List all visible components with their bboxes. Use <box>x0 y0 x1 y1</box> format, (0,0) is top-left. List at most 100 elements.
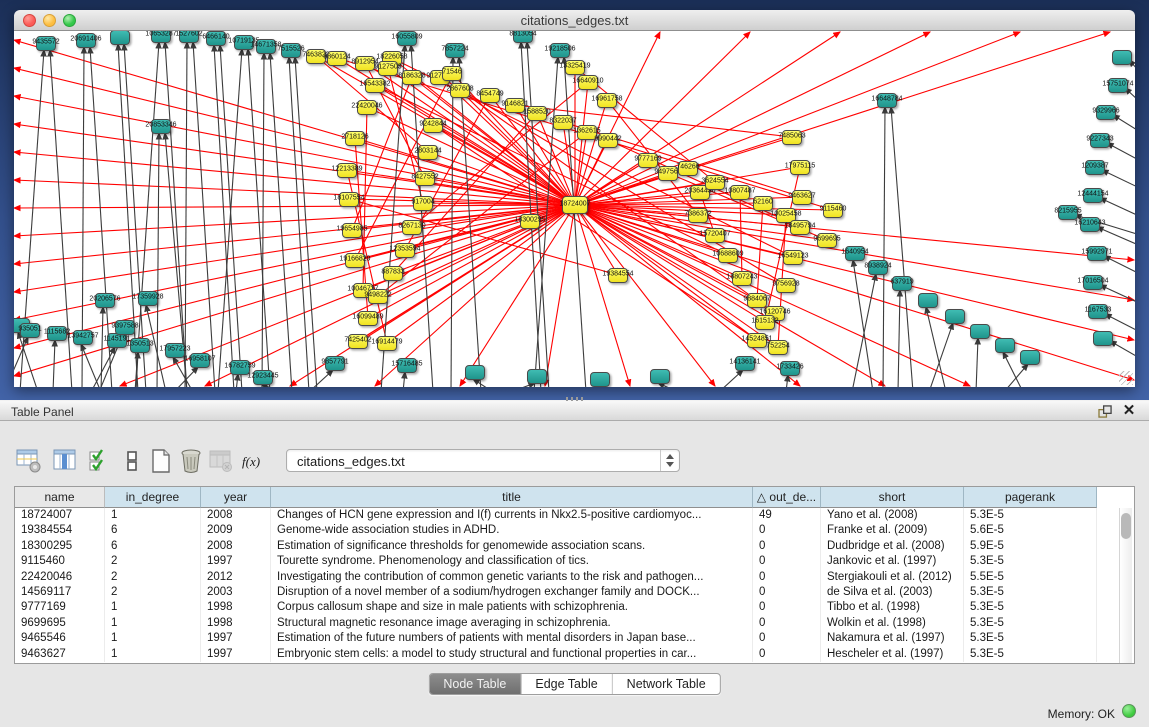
tab-edge-table[interactable]: Edge Table <box>521 674 612 694</box>
network-node[interactable]: 17016504 <box>1083 275 1103 290</box>
window-titlebar[interactable]: citations_edges.txt <box>14 10 1135 31</box>
network-node[interactable]: 16958107 <box>190 353 210 368</box>
network-node[interactable]: 16549123 <box>783 250 803 265</box>
network-node[interactable]: 9127503 <box>378 61 398 76</box>
column-header-out_degree[interactable]: △ out_de... <box>753 487 821 508</box>
network-node[interactable]: 17957223 <box>165 343 185 358</box>
network-node[interactable] <box>465 365 485 380</box>
network-node[interactable]: 746266 <box>678 161 698 176</box>
network-node[interactable]: 16961758 <box>597 93 617 108</box>
network-node[interactable] <box>1093 331 1113 346</box>
row-stack-icon[interactable] <box>120 448 146 474</box>
network-node[interactable]: 20206576 <box>95 293 115 308</box>
network-node[interactable]: 1527602 <box>179 31 199 43</box>
network-node[interactable]: 1167533 <box>1088 304 1108 319</box>
network-node[interactable]: 10653287 <box>151 31 171 43</box>
network-node[interactable]: 20853346 <box>151 119 171 134</box>
memory-status-icon[interactable] <box>1122 704 1136 718</box>
network-node[interactable]: 752254 <box>768 340 788 355</box>
network-node[interactable]: 22420046 <box>357 100 377 115</box>
network-node[interactable]: 19384554 <box>608 268 628 283</box>
network-node[interactable]: 9990442 <box>598 133 618 148</box>
table-row[interactable]: 946554611997Estimation of the future num… <box>15 631 1097 646</box>
network-node[interactable]: 6466140 <box>206 31 226 46</box>
network-node[interactable]: 13942757 <box>73 330 93 345</box>
table-row[interactable]: 1456911722003Disruption of a novel membe… <box>15 585 1097 600</box>
network-node[interactable]: 17359928 <box>138 291 158 306</box>
table-row[interactable]: 969969511998Structural magnetic resonanc… <box>15 616 1097 631</box>
network-node[interactable]: 2718126 <box>345 131 365 146</box>
network-node[interactable]: 19166829 <box>345 253 365 268</box>
table-options-icon[interactable] <box>16 448 42 474</box>
network-node[interactable] <box>1020 350 1040 365</box>
network-node[interactable]: 9242844 <box>423 118 443 133</box>
network-node[interactable]: 16543382 <box>365 78 385 93</box>
network-node[interactable]: 12213389 <box>337 163 357 178</box>
network-node[interactable]: 2803144 <box>418 145 438 160</box>
network-node[interactable]: 1588520 <box>527 106 547 121</box>
network-node[interactable]: 12444154 <box>1083 188 1103 203</box>
tab-network-table[interactable]: Network Table <box>613 674 720 694</box>
network-node[interactable]: 16055809 <box>397 31 417 46</box>
table-row[interactable]: 1872400712008Changes of HCN gene express… <box>15 508 1097 523</box>
table-row[interactable]: 946362711997Embryonic stem cells: a mode… <box>15 647 1097 662</box>
table-select-dropdown[interactable]: citations_edges.txt <box>286 449 680 472</box>
network-node[interactable]: 16648784 <box>877 93 897 108</box>
network-node[interactable]: 8860124 <box>327 51 347 66</box>
network-node[interactable]: 16914479 <box>377 336 397 351</box>
network-node[interactable]: 9227343 <box>1090 133 1110 148</box>
network-node[interactable]: 13325419 <box>565 60 585 75</box>
column-header-short[interactable]: short <box>821 487 964 508</box>
network-node[interactable]: 9857791 <box>325 356 345 371</box>
column-header-year[interactable]: year <box>201 487 271 508</box>
network-node[interactable] <box>650 369 670 384</box>
new-file-icon[interactable] <box>148 448 174 474</box>
scrollbar-thumb[interactable] <box>1121 513 1131 539</box>
network-node[interactable]: 18300295 <box>520 214 540 229</box>
network-node[interactable]: 8322037 <box>553 115 573 130</box>
network-node[interactable]: 8938924 <box>868 260 888 275</box>
column-header-name[interactable]: name <box>15 487 105 508</box>
network-node[interactable]: 16099489 <box>358 311 378 326</box>
network-node[interactable]: 9884067 <box>747 293 767 308</box>
column-header-title[interactable]: title <box>271 487 753 508</box>
network-node[interactable]: 9115460 <box>823 203 843 218</box>
network-node[interactable]: 14136141 <box>735 356 755 371</box>
network-node[interactable]: 19218506 <box>550 43 570 58</box>
delete-icon[interactable] <box>178 448 204 474</box>
network-node[interactable]: 16640910 <box>578 75 598 90</box>
column-visibility-icon[interactable] <box>52 448 78 474</box>
network-node[interactable]: 1115682 <box>47 326 67 341</box>
network-node[interactable] <box>1112 50 1132 65</box>
network-node[interactable] <box>527 369 547 384</box>
network-node[interactable]: 9498222 <box>368 289 388 304</box>
network-node[interactable]: 8267130 <box>402 220 422 235</box>
network-node[interactable]: 8454749 <box>480 88 500 103</box>
network-node[interactable]: 1145191 <box>107 333 127 348</box>
network-node[interactable]: 9463627 <box>792 190 812 205</box>
network-node[interactable]: 9497568 <box>658 166 678 181</box>
network-node[interactable]: 8427552 <box>415 171 435 186</box>
network-node[interactable] <box>945 309 965 324</box>
table-row[interactable]: 1938455462009Genome-wide association stu… <box>15 523 1097 538</box>
network-node[interactable]: 12353594 <box>395 243 415 258</box>
network-node[interactable]: 15716485 <box>397 358 417 373</box>
network-node[interactable]: 19654985 <box>342 223 362 238</box>
network-node[interactable]: 9777169 <box>638 153 658 168</box>
delete-table-icon[interactable] <box>208 448 234 474</box>
network-node[interactable]: 8215955 <box>1058 205 1078 220</box>
network-node[interactable]: 12923445 <box>253 370 273 385</box>
table-row[interactable]: 911546021997Tourette syndrome. Phenomeno… <box>15 554 1097 569</box>
network-node[interactable] <box>918 293 938 308</box>
network-node[interactable]: 16210643 <box>1080 217 1100 232</box>
select-rows-icon[interactable] <box>88 448 114 474</box>
network-node[interactable] <box>970 324 990 339</box>
network-node[interactable]: 8186328 <box>402 70 422 85</box>
network-node[interactable]: 17975115 <box>790 160 810 175</box>
network-node[interactable]: 1733426 <box>780 361 800 376</box>
network-node[interactable]: 1615132 <box>755 315 775 330</box>
network-node[interactable] <box>110 31 130 45</box>
network-node[interactable]: 8912954 <box>355 56 375 71</box>
network-node[interactable]: 9435572 <box>36 36 56 51</box>
network-node[interactable]: 14524851 <box>747 333 767 348</box>
